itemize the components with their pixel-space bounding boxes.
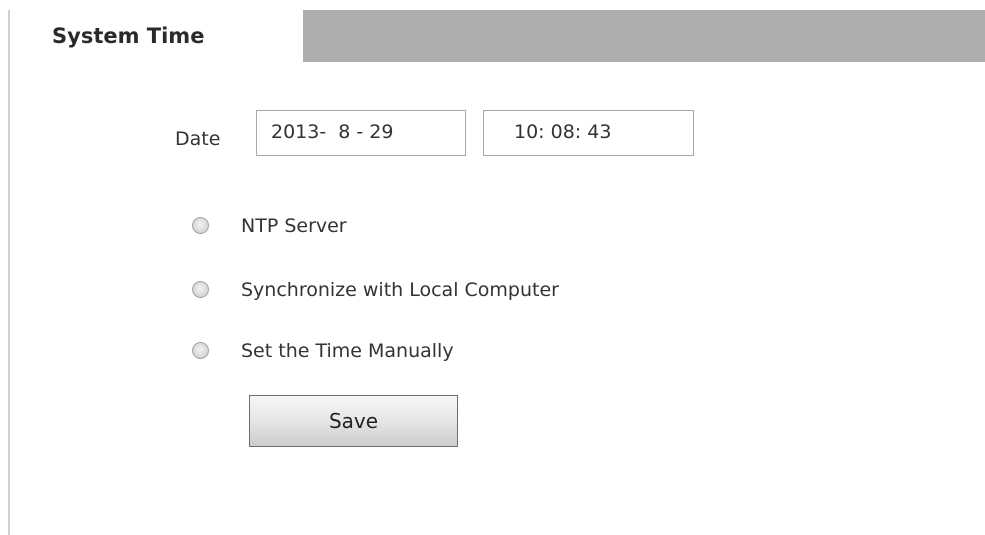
system-time-panel: System Time Date 2013- 8 - 29 10: 08: 43… <box>0 0 985 535</box>
save-button[interactable]: Save <box>249 395 458 447</box>
sync-local-computer-radio[interactable] <box>192 281 209 298</box>
date-field[interactable]: 2013- 8 - 29 <box>256 110 466 156</box>
set-time-manually-radio[interactable] <box>192 342 209 359</box>
date-label: Date <box>175 128 221 150</box>
ntp-server-label: NTP Server <box>241 215 347 237</box>
sync-local-computer-label: Synchronize with Local Computer <box>241 279 559 301</box>
tab-system-time-label: System Time <box>52 24 205 48</box>
time-field[interactable]: 10: 08: 43 <box>483 110 694 156</box>
set-time-manually-label: Set the Time Manually <box>241 340 454 362</box>
panel-left-border <box>8 10 10 535</box>
ntp-server-radio[interactable] <box>192 217 209 234</box>
